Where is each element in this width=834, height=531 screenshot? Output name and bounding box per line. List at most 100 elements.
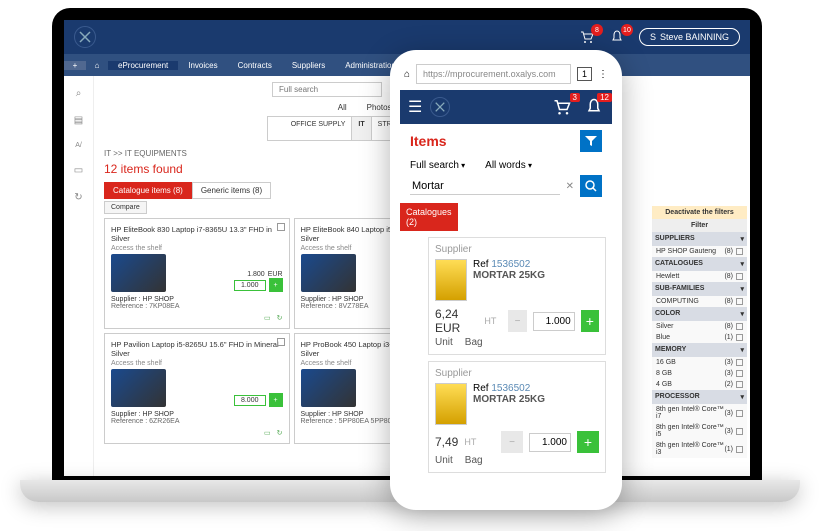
refresh-icon[interactable]: ↻ [74,192,82,203]
filter-group-header[interactable]: COLOR▾ [652,307,747,321]
mobile-product-image[interactable] [435,383,467,425]
compare-checkbox[interactable] [277,223,285,231]
product-image[interactable] [111,369,166,407]
view-tab-photos[interactable]: Photos [367,103,392,112]
filter-item[interactable]: Silver(8) [652,321,747,332]
access-shelf-link[interactable]: Access the shelf [111,360,283,367]
mobile-qty-input[interactable] [533,312,575,331]
filter-group-header[interactable]: CATALOGUES▾ [652,257,747,271]
product-card: HP Pavilion Laptop i5-8265U 15.6" FHD in… [104,333,290,444]
nav-invoices[interactable]: Invoices [178,61,227,70]
filter-item[interactable]: 16 GB(3) [652,357,747,368]
cat-it[interactable]: IT [352,117,371,140]
product-title[interactable]: HP Pavilion Laptop i5-8265U 15.6" FHD in… [111,340,283,358]
product-image[interactable] [301,369,356,407]
filter-group-header[interactable]: MEMORY▾ [652,343,747,357]
reference: 7KP08EA [149,303,179,310]
hamburger-icon[interactable]: ☰ [408,97,422,117]
az-icon[interactable]: A/ [75,142,82,149]
phone-cart-icon[interactable]: 3 [552,97,572,117]
mobile-add-button[interactable]: + [577,431,599,453]
nav-contracts[interactable]: Contracts [228,61,282,70]
all-words-dropdown[interactable]: All words [485,160,532,171]
full-search-dropdown[interactable]: Full search [410,160,465,171]
doc-icon[interactable]: ▭ [74,165,83,176]
phone-bell-icon[interactable]: 12 [584,97,604,117]
nav-eprocurement[interactable]: eProcurement [108,61,178,70]
layers-icon[interactable]: ▤ [74,115,83,126]
add-to-cart-button[interactable]: + [269,278,283,292]
mobile-product-image[interactable] [435,259,467,301]
ht-label: HT [484,316,496,326]
user-menu[interactable]: S Steve BAINNING [639,28,740,46]
supplier: HP SHOP [332,296,363,303]
phone-search-button[interactable] [580,175,602,197]
product-image[interactable] [301,254,356,292]
filter-group-header[interactable]: SUB-FAMILIES▾ [652,282,747,296]
clear-search-icon[interactable]: ✕ [566,181,574,192]
filter-item[interactable]: 4 GB(2) [652,379,747,390]
cart-badge: 8 [591,24,603,36]
decrement-button[interactable]: − [508,310,526,332]
unit-label: Unit [435,337,453,348]
qty-input[interactable]: 1.000 [234,280,266,291]
add-icon[interactable]: + [64,61,86,70]
phone-screen: ⌂ https://mprocurement.oxalys.com 1 ⋮ ☰ … [400,60,612,500]
filter-item[interactable]: 8th gen Intel® Core™ i3(1) [652,440,747,458]
docs-icon[interactable]: ▭ [264,429,271,437]
catalogues-tab[interactable]: Catalogues(2) [400,203,458,231]
bell-icon[interactable]: 10 [609,29,625,45]
filter-item[interactable]: 8th gen Intel® Core™ i7(3) [652,404,747,422]
access-shelf-link[interactable]: Access the shelf [111,245,283,252]
refresh-product-icon[interactable]: ↻ [277,429,283,437]
docs-icon[interactable]: ▭ [264,314,271,322]
supplier-label: Supplier [435,368,599,379]
filter-group-header[interactable]: PROCESSOR▾ [652,390,747,404]
tabs-count-icon[interactable]: 1 [577,67,592,81]
add-to-cart-button[interactable]: + [269,393,283,407]
product-title[interactable]: HP EliteBook 830 Laptop i7-8365U 13.3" F… [111,225,283,243]
filter-item[interactable]: 8 GB(3) [652,368,747,379]
view-tab-all[interactable]: All [338,103,347,112]
phone-menu-icon[interactable]: ⋮ [598,69,608,80]
tab-catalogue-items[interactable]: Catalogue items (8) [104,182,192,199]
full-search-input[interactable] [272,82,382,97]
mobile-qty-input[interactable] [529,433,571,452]
app-logo[interactable] [74,26,96,48]
deactivate-filters-button[interactable]: Deactivate the filters [652,206,747,219]
reference: 8VZ78EA [339,303,369,310]
supplier: HP SHOP [143,411,174,418]
phone-search-input[interactable] [410,178,560,195]
tab-generic-items[interactable]: Generic items (8) [192,182,271,199]
phone-home-icon[interactable]: ⌂ [404,69,410,80]
filter-title: Filter [652,219,747,232]
mobile-add-button[interactable]: + [581,310,599,332]
phone-app-header: ☰ 3 12 [400,90,612,124]
bell-badge: 10 [621,24,633,36]
header: 8 10 S Steve BAINNING [64,20,750,54]
search-small-icon[interactable]: ⌕ [76,88,82,99]
mobile-product-card: Supplier Ref 1536502 MORTAR 25KG 7,49 HT… [428,361,606,473]
filter-item[interactable]: HP SHOP Gauteng(8) [652,246,747,257]
compare-button[interactable]: Compare [104,201,147,214]
compare-checkbox[interactable] [277,338,285,346]
nav-suppliers[interactable]: Suppliers [282,61,335,70]
filter-group-header[interactable]: SUPPLIERS▾ [652,232,747,246]
unit-label: Unit [435,455,453,466]
cart-icon[interactable]: 8 [579,29,595,45]
phone-app-logo[interactable] [430,97,450,117]
url-bar[interactable]: https://mprocurement.oxalys.com [416,64,571,84]
product-image[interactable] [111,254,166,292]
filter-item[interactable]: 8th gen Intel® Core™ i5(3) [652,422,747,440]
home-icon[interactable]: ⌂ [86,61,108,70]
mobile-product-card: Supplier Ref 1536502 MORTAR 25KG 6,24 EU… [428,237,606,355]
cat-office-supply[interactable]: OFFICE SUPPLY [285,117,353,140]
refresh-product-icon[interactable]: ↻ [277,314,283,322]
filter-item[interactable]: COMPUTING(8) [652,296,747,307]
filter-item[interactable]: Hewlett(8) [652,271,747,282]
filter-item[interactable]: Blue(1) [652,332,747,343]
qty-input[interactable]: 8.000 [234,395,266,406]
mobile-product-name: MORTAR 25KG [473,394,545,405]
decrement-button[interactable]: − [501,431,523,453]
filter-icon[interactable] [580,130,602,152]
